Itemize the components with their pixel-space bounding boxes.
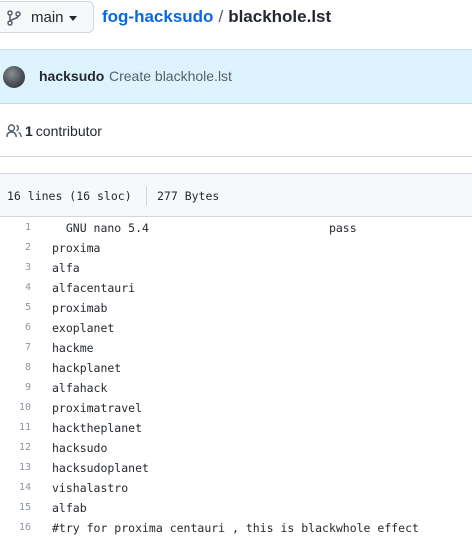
branch-name: main	[31, 9, 64, 26]
breadcrumb-file-name: blackhole.lst	[228, 7, 332, 26]
latest-commit-box: hacksudo Create blackhole.lst	[0, 49, 472, 103]
line-content: vishalastro	[52, 481, 129, 495]
code-line: 13 hacksudoplanet	[0, 457, 472, 477]
line-number[interactable]: 4	[0, 282, 31, 293]
code-line: 3 alfa	[0, 257, 472, 277]
divider	[146, 186, 147, 206]
file-info-header: 16 lines (16 sloc) 277 Bytes	[0, 173, 472, 217]
code-line: 9 alfahack	[0, 377, 472, 397]
line-content: GNU nano 5.4 pass	[52, 221, 357, 235]
git-branch-icon	[7, 10, 21, 26]
code-line: 7 hackme	[0, 337, 472, 357]
top-bar: main fog-hacksudo / blackhole.lst	[0, 0, 472, 36]
code-line: 1 GNU nano 5.4 pass	[0, 217, 472, 237]
breadcrumb-separator: /	[218, 7, 224, 26]
line-number[interactable]: 1	[0, 222, 31, 233]
code-line: 12 hacksudo	[0, 437, 472, 457]
code-line: 16 #try for proxima centauri , this is bl…	[0, 517, 472, 537]
line-content: #try for proxima centauri , this is blac…	[52, 521, 419, 535]
line-content: proxima	[52, 241, 101, 255]
line-number[interactable]: 10	[0, 402, 31, 413]
line-number[interactable]: 7	[0, 342, 31, 353]
line-content: proximatravel	[52, 401, 143, 415]
line-content: exoplanet	[52, 321, 115, 335]
line-number[interactable]: 14	[0, 482, 31, 493]
line-content: alfab	[52, 501, 87, 515]
line-number[interactable]: 8	[0, 362, 31, 373]
branch-selector-button[interactable]: main	[0, 1, 94, 33]
line-number[interactable]: 11	[0, 422, 31, 433]
code-line: 4 alfacentauri	[0, 277, 472, 297]
people-icon	[6, 124, 22, 138]
line-number[interactable]: 9	[0, 382, 31, 393]
code-line: 5 proximab	[0, 297, 472, 317]
line-content: hacktheplanet	[52, 421, 143, 435]
code-line: 14 vishalastro	[0, 477, 472, 497]
line-number[interactable]: 5	[0, 302, 31, 313]
code-line: 15 alfab	[0, 497, 472, 517]
contributor-count: 1	[25, 123, 33, 139]
line-number[interactable]: 6	[0, 322, 31, 333]
chevron-down-icon	[69, 16, 77, 21]
line-content: alfacentauri	[52, 281, 136, 295]
line-content: hacksudo	[52, 441, 108, 455]
file-line-count: 16 lines (16 sloc)	[7, 189, 132, 203]
line-content: alfahack	[52, 381, 108, 395]
line-content: alfa	[52, 261, 80, 275]
line-content: hacksudoplanet	[52, 461, 149, 475]
line-number[interactable]: 12	[0, 442, 31, 453]
line-content: proximab	[52, 301, 108, 315]
line-number[interactable]: 15	[0, 502, 31, 513]
code-line: 8 hackplanet	[0, 357, 472, 377]
line-number[interactable]: 13	[0, 462, 31, 473]
line-number[interactable]: 16	[0, 522, 31, 533]
breadcrumb: fog-hacksudo / blackhole.lst	[102, 7, 331, 27]
code-line: 10 proximatravel	[0, 397, 472, 417]
contributors-box: 1 contributor	[0, 103, 472, 157]
line-content: hackplanet	[52, 361, 122, 375]
contributors-link[interactable]: 1 contributor	[25, 123, 102, 139]
avatar[interactable]	[3, 66, 25, 88]
commit-author-link[interactable]: hacksudo	[39, 68, 104, 84]
code-line: 2 proxima	[0, 237, 472, 257]
code-line: 6 exoplanet	[0, 317, 472, 337]
line-number[interactable]: 2	[0, 242, 31, 253]
commit-message-link[interactable]: Create blackhole.lst	[109, 68, 232, 84]
breadcrumb-repo-link[interactable]: fog-hacksudo	[102, 7, 213, 26]
file-size: 277 Bytes	[157, 189, 220, 203]
code-line: 11 hacktheplanet	[0, 417, 472, 437]
code-view: 1 GNU nano 5.4 pass 2 proxima 3 alfa 4 alfa…	[0, 217, 472, 557]
line-content: hackme	[52, 341, 94, 355]
contributor-label: contributor	[35, 123, 102, 139]
line-number[interactable]: 3	[0, 262, 31, 273]
